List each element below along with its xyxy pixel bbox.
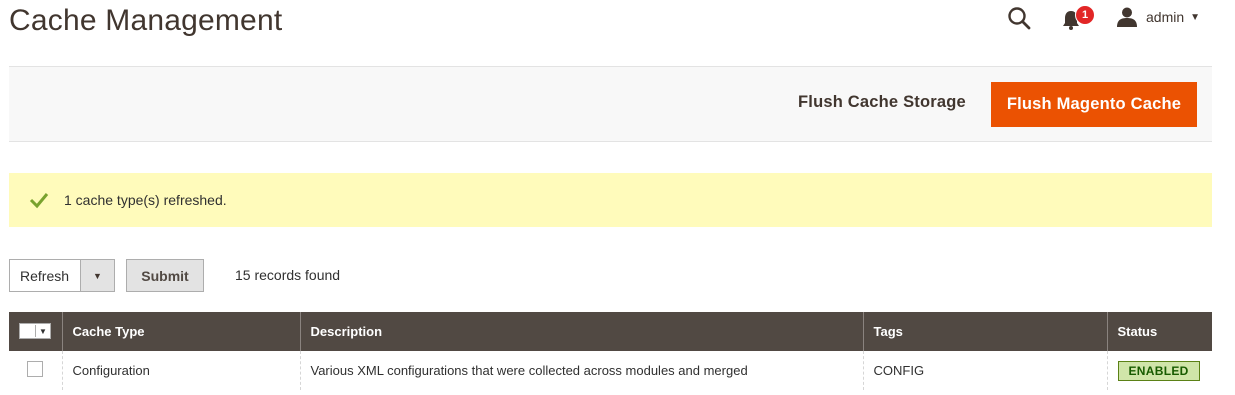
mass-action-selected-value: Refresh — [20, 268, 70, 284]
cache-grid: ▼ Cache Type Description Tags Status Con… — [9, 312, 1212, 390]
message-text: 1 cache type(s) refreshed. — [64, 192, 227, 208]
column-header-cache-type[interactable]: Cache Type — [61, 312, 300, 351]
flush-magento-cache-button[interactable]: Flush Magento Cache — [991, 82, 1197, 127]
page-actions-bar: Flush Cache Storage Flush Magento Cache — [9, 66, 1212, 142]
user-name: admin — [1146, 9, 1185, 25]
page-title: Cache Management — [9, 4, 283, 37]
notification-count-badge: 1 — [1075, 5, 1095, 25]
row-select-cell — [9, 351, 62, 390]
row-checkbox[interactable] — [27, 361, 44, 377]
column-header-tags[interactable]: Tags — [862, 312, 1107, 351]
cell-description: Various XML configurations that were col… — [299, 351, 863, 390]
grid-header-row: ▼ Cache Type Description Tags Status — [9, 312, 1212, 351]
column-header-status[interactable]: Status — [1106, 312, 1212, 351]
user-icon — [1117, 7, 1137, 27]
chevron-down-icon[interactable]: ▼ — [80, 260, 114, 291]
mass-action-select[interactable]: Refresh ▼ — [9, 259, 115, 292]
cell-cache-type: Configuration — [61, 351, 300, 390]
mass-select-column: ▼ — [9, 312, 62, 351]
records-count: 15 records found — [235, 267, 341, 283]
mass-select-dropdown[interactable]: ▼ — [19, 323, 51, 339]
success-message: 1 cache type(s) refreshed. — [9, 173, 1212, 227]
flush-cache-storage-button[interactable]: Flush Cache Storage — [798, 93, 966, 112]
chevron-down-icon[interactable]: ▼ — [36, 325, 50, 337]
status-badge: ENABLED — [1117, 360, 1200, 381]
submit-button[interactable]: Submit — [126, 259, 204, 292]
search-icon[interactable] — [1006, 5, 1032, 31]
chevron-down-icon: ▼ — [1190, 11, 1201, 23]
table-row: Configuration Various XML configurations… — [9, 351, 1212, 390]
checkmark-icon — [29, 193, 49, 209]
cell-tags: CONFIG — [862, 351, 1107, 390]
select-all-checkbox[interactable] — [20, 325, 36, 337]
cell-status: ENABLED — [1106, 351, 1212, 390]
notifications-button[interactable]: 1 — [1061, 5, 1097, 31]
user-menu[interactable]: admin ▼ — [1116, 5, 1200, 29]
column-header-description[interactable]: Description — [299, 312, 863, 351]
